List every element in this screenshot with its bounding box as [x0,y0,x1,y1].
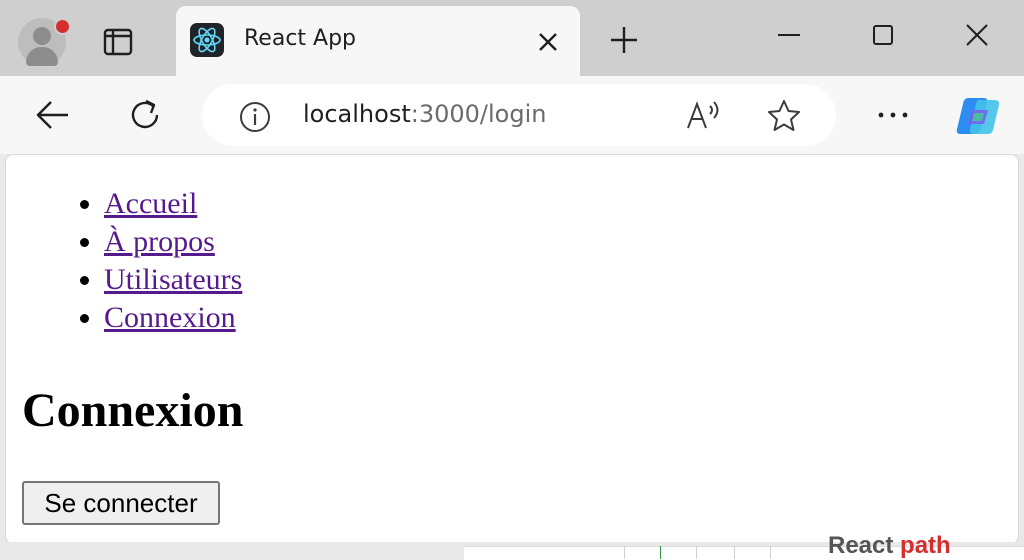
list-bullet [80,314,89,323]
background-text-accent: path [900,532,951,559]
tab-react-app[interactable]: React App [176,6,580,76]
close-tab-icon[interactable] [534,28,562,56]
nav-link-utilisateurs[interactable]: Utilisateurs [104,263,242,296]
profile-avatar-icon[interactable] [18,18,71,66]
login-button[interactable]: Se connecter [22,481,220,525]
new-tab-plus-icon[interactable] [606,22,642,58]
list-bullet [80,276,89,285]
background-divider [734,546,735,559]
tab-title: React App [244,26,357,51]
page-title: Connexion [22,384,244,437]
refresh-icon[interactable] [124,94,166,136]
nav-item-connexion: Connexion [80,299,242,337]
nav-link-accueil[interactable]: Accueil [104,187,197,220]
nav-link-a-propos[interactable]: À propos [104,225,215,258]
more-icon[interactable] [874,100,912,130]
copilot-icon[interactable] [954,94,1004,138]
background-window-text: React path [828,532,951,560]
react-logo-icon [190,23,224,57]
background-divider [770,546,771,559]
background-divider [696,546,697,559]
avatar-head [33,27,51,45]
minimize-icon[interactable] [772,20,806,54]
back-arrow-icon[interactable] [34,96,72,134]
address-bar[interactable]: localhost:3000/login [202,84,836,146]
tab-actions-icon[interactable] [100,24,136,60]
background-window-strip: React path [0,532,1024,560]
nav-item-a-propos: À propos [80,223,242,261]
background-divider-accent [660,546,661,559]
background-text-main: React [828,532,894,559]
url-text[interactable]: localhost:3000/login [303,100,546,128]
url-host: localhost [303,100,411,128]
nav-item-utilisateurs: Utilisateurs [80,261,242,299]
star-icon[interactable] [766,98,802,134]
close-window-icon[interactable] [960,20,994,54]
list-bullet [80,238,89,247]
url-path: :3000/login [410,100,547,128]
background-divider [624,546,625,559]
nav-link-connexion[interactable]: Connexion [104,301,236,334]
page-viewport: Accueil À propos Utilisateurs Connexion … [5,154,1019,544]
info-icon[interactable] [238,100,272,134]
site-nav: Accueil À propos Utilisateurs Connexion [80,185,242,337]
browser-toolbar: localhost:3000/login [0,76,1024,154]
notification-dot [54,18,71,35]
maximize-icon[interactable] [866,20,900,54]
nav-item-accueil: Accueil [80,185,242,223]
list-bullet [80,200,89,209]
read-aloud-icon[interactable] [684,98,724,134]
tab-bar: React App [0,0,1024,76]
